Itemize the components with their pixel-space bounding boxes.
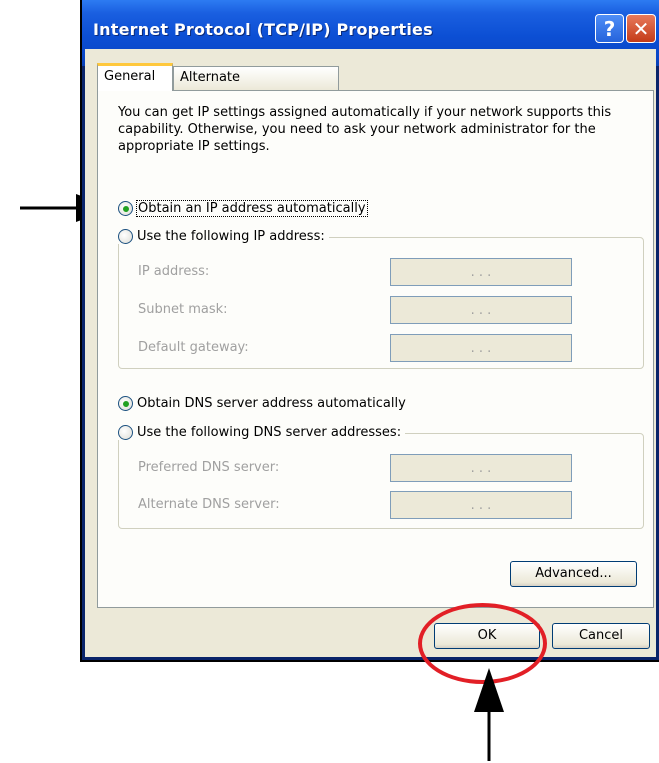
dns-manual-option[interactable]: Use the following DNS server addresses: <box>116 425 406 440</box>
close-icon[interactable]: ✕ <box>626 14 656 43</box>
dns-auto-option[interactable]: Obtain DNS server address automatically <box>118 396 406 411</box>
cancel-button[interactable]: Cancel <box>552 623 650 649</box>
preferred-dns-field[interactable]: . . . <box>390 454 572 482</box>
alternate-dns-label: Alternate DNS server: <box>138 497 280 512</box>
alternate-dns-field[interactable]: . . . <box>390 491 572 519</box>
radio-dns-auto[interactable] <box>118 396 133 411</box>
preferred-dns-value: . . . <box>470 460 492 476</box>
preferred-dns-label: Preferred DNS server: <box>138 460 280 475</box>
tab-alternate-configuration[interactable]: Alternate Configuration <box>173 66 339 107</box>
alternate-dns-value: . . . <box>470 497 492 513</box>
ip-address-label: IP address: <box>138 264 210 279</box>
default-gateway-label: Default gateway: <box>138 340 249 355</box>
subnet-mask-value: . . . <box>470 302 492 318</box>
ip-address-value: . . . <box>470 264 492 280</box>
default-gateway-value: . . . <box>470 340 492 356</box>
help-icon[interactable]: ? <box>595 14 624 43</box>
dns-manual-label: Use the following DNS server addresses: <box>137 425 402 440</box>
dialog-window: Internet Protocol (TCP/IP) Properties ? … <box>82 0 659 660</box>
radio-ip-auto[interactable] <box>118 201 133 216</box>
dialog-title: Internet Protocol (TCP/IP) Properties <box>93 20 433 39</box>
dialog-client-area: General Alternate Configuration You can … <box>85 49 656 657</box>
description-text: You can get IP settings assigned automat… <box>118 105 612 154</box>
ip-auto-label: Obtain an IP address automatically <box>136 200 368 217</box>
tab-general[interactable]: General <box>97 63 173 91</box>
ip-auto-option[interactable]: Obtain an IP address automatically <box>118 200 368 217</box>
ip-manual-option[interactable]: Use the following IP address: <box>116 229 329 244</box>
dns-auto-label: Obtain DNS server address automatically <box>137 396 406 411</box>
ip-address-field[interactable]: . . . <box>390 258 572 286</box>
ip-manual-label: Use the following IP address: <box>137 229 325 244</box>
subnet-mask-field[interactable]: . . . <box>390 296 572 324</box>
subnet-mask-label: Subnet mask: <box>138 302 228 317</box>
radio-dns-manual[interactable] <box>118 425 133 440</box>
radio-ip-manual[interactable] <box>118 229 133 244</box>
default-gateway-field[interactable]: . . . <box>390 334 572 362</box>
general-tab-panel: You can get IP settings assigned automat… <box>97 90 654 608</box>
advanced-button[interactable]: Advanced... <box>510 561 637 587</box>
annotation-arrow-up <box>474 668 504 761</box>
